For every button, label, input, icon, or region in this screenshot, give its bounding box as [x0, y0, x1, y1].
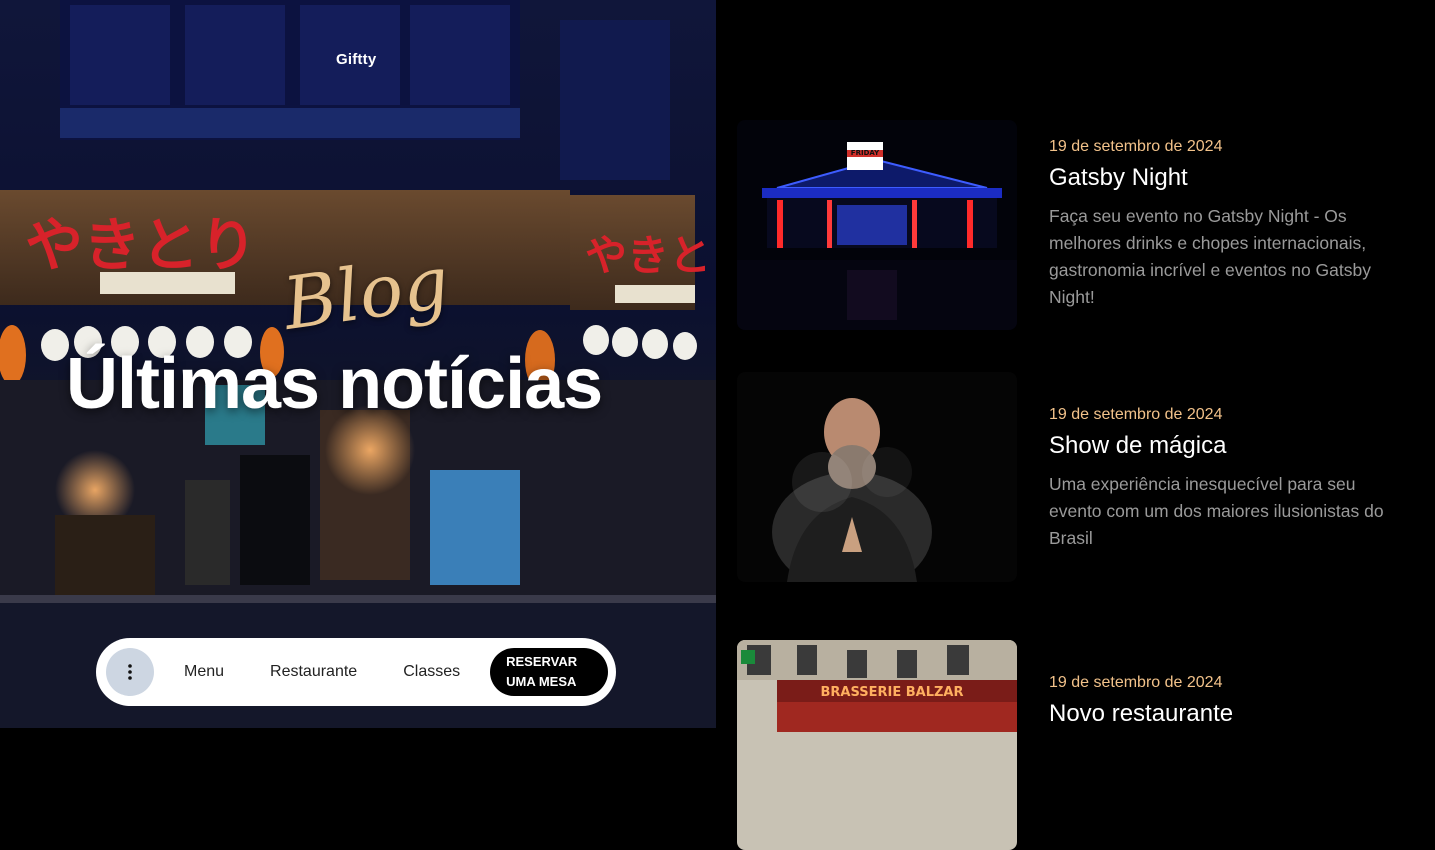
- svg-text:やきと: やきと: [585, 231, 711, 280]
- hero-section: やきとり やきと Giftty Blog Últimas notícias Me…: [0, 0, 716, 728]
- nav-link-classes[interactable]: Classes: [403, 663, 460, 681]
- post-image-magician-graphic: [737, 372, 1017, 582]
- nav-link-menu[interactable]: Menu: [184, 663, 224, 681]
- post-image-gatsby-night[interactable]: FRIDAY: [737, 120, 1017, 330]
- brand-logo[interactable]: Giftty: [336, 51, 376, 68]
- more-menu-button[interactable]: [106, 648, 154, 696]
- post-image-gatsby-night-graphic: FRIDAY: [737, 120, 1017, 330]
- more-vertical-icon: [128, 664, 132, 680]
- post-excerpt: Uma experiência inesquecível para seu ev…: [1049, 474, 1384, 548]
- post-image-novo-restaurante[interactable]: BRASSERIE BALZAR: [737, 640, 1017, 850]
- bottom-navbar: Menu Restaurante Classes RESERVAR UMA ME…: [96, 638, 616, 706]
- post-image-brasserie-graphic: BRASSERIE BALZAR: [737, 640, 1017, 850]
- brasserie-sign-text: BRASSERIE BALZAR: [820, 685, 963, 700]
- post-date: 19 de setembro de 2024: [1049, 406, 1223, 423]
- reserve-button-line1: RESERVAR: [506, 654, 578, 669]
- svg-text:やきとり: やきとり: [25, 211, 257, 279]
- post-date: 19 de setembro de 2024: [1049, 674, 1223, 691]
- post-date: 19 de setembro de 2024: [1049, 138, 1223, 155]
- post-image-show-de-magica[interactable]: [737, 372, 1017, 582]
- nav-link-restaurante[interactable]: Restaurante: [270, 663, 357, 681]
- reserve-table-button[interactable]: RESERVAR UMA MESA: [490, 648, 609, 696]
- friday-sign-text: FRIDAY: [851, 149, 880, 157]
- post-title[interactable]: Gatsby Night: [1049, 164, 1188, 192]
- post-title[interactable]: Novo restaurante: [1049, 700, 1233, 728]
- blog-post-list: FRIDAY 19 de setembro de 2024 Gatsby Nig…: [716, 0, 1435, 850]
- post-excerpt: Faça seu evento no Gatsby Night - Os mel…: [1049, 206, 1371, 307]
- post-title[interactable]: Show de mágica: [1049, 432, 1226, 460]
- page-title: Últimas notícias: [66, 344, 603, 424]
- reserve-button-line2: UMA MESA: [506, 674, 577, 689]
